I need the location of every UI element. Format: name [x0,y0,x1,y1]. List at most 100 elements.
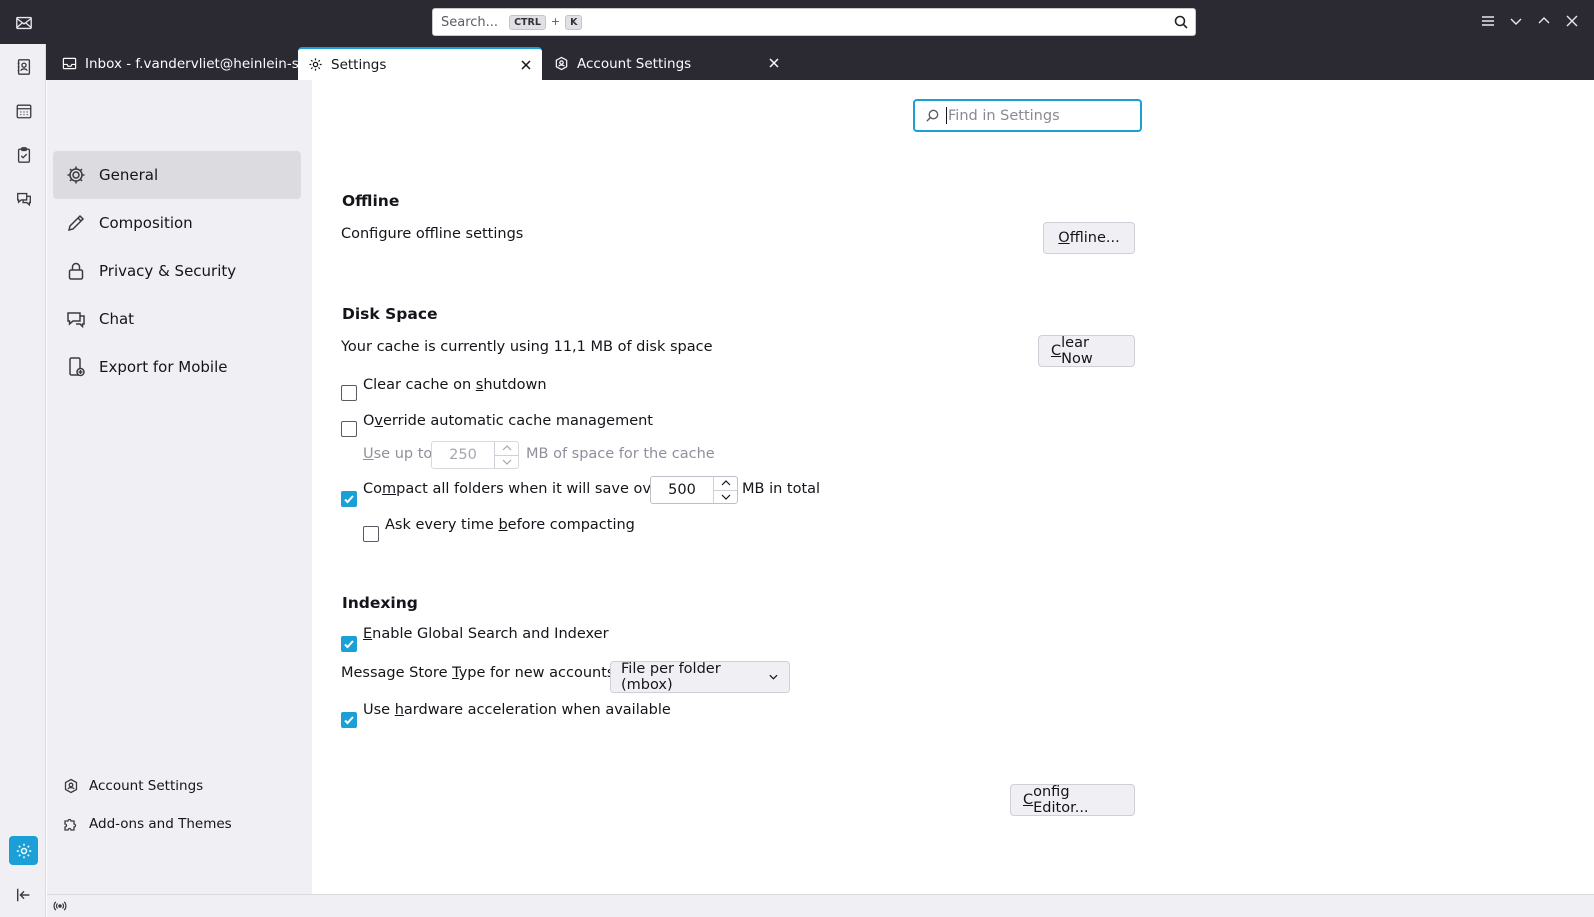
collapse-spaces-icon[interactable] [9,880,38,909]
label-access-key: v [374,413,384,429]
chevron-up-icon[interactable] [1536,11,1552,31]
shortcut-letter-key: K [565,15,583,30]
label-part: ype for new accounts: [458,665,620,681]
nav-item-composition[interactable]: Composition [53,199,301,247]
checkmark-icon [344,640,354,649]
clear-now-access-key: C [1051,343,1062,359]
global-search-label[interactable]: Enable Global Search and Indexer [363,626,609,642]
window-close-icon[interactable] [1564,11,1580,31]
label-access-key: h [394,702,404,718]
hardware-acceleration-label[interactable]: Use hardware acceleration when available [363,702,671,718]
message-store-type-select[interactable]: File per folder (mbox) [610,661,790,693]
use-up-to-label: Use up to [363,446,432,462]
stepper-up-icon[interactable] [495,442,518,455]
label-access-key: m [382,481,397,497]
gear-icon [309,58,322,71]
account-settings-link[interactable]: Account Settings [63,773,203,799]
close-tab-icon[interactable] [518,57,534,73]
settings-category-nav: General Composition Privacy & Security C… [47,80,312,894]
label-access-key: T [452,665,459,681]
account-settings-link-label: Account Settings [89,778,204,794]
hamburger-menu-icon[interactable] [1480,11,1496,31]
mobile-export-icon [69,357,85,377]
settings-gear-icon[interactable] [9,836,38,865]
label-access-key: U [363,446,374,462]
stepper-down-icon[interactable] [714,489,737,504]
nav-item-label: Chat [99,310,135,328]
text-caret [946,107,947,124]
address-book-icon[interactable] [9,52,38,81]
cache-size-stepper[interactable]: 250 [431,441,519,469]
stepper-arrows [713,477,737,503]
label-part: hutdown [483,377,547,393]
shortcut-plus: + [550,15,561,28]
search-icon[interactable] [1173,14,1189,30]
label-part: efore compacting [507,517,635,533]
clear-now-button[interactable]: Clear Now [1038,335,1135,367]
chevron-down-icon [769,674,778,680]
tab-inbox-label: Inbox - f.vandervliet@heinlein-su [85,55,298,72]
chat-space-icon[interactable] [9,184,38,213]
config-editor-label: onfig Editor... [1033,784,1089,816]
label-part: Ask every time [385,517,499,533]
global-search-box[interactable]: Search... CTRL + K [432,8,1196,36]
account-settings-icon [64,778,78,794]
close-tab-icon[interactable] [766,55,782,71]
offline-button-access-key: O [1058,230,1070,246]
label-part: erride automatic cache management [383,413,653,429]
label-access-key: b [498,517,508,533]
compact-folders-label[interactable]: Compact all folders when it will save ov… [363,481,666,497]
spaces-toolbar [0,0,46,917]
config-editor-access-key: C [1023,792,1034,808]
find-placeholder: Find in Settings [948,107,1060,124]
title-bar: Search... CTRL + K [46,0,1594,44]
offline-button[interactable]: Offline... [1043,222,1135,254]
nav-item-general[interactable]: General [53,151,301,199]
config-editor-button[interactable]: Config Editor... [1010,784,1135,816]
override-cache-label[interactable]: Override automatic cache management [363,413,653,429]
compact-threshold-stepper[interactable]: 500 [650,476,738,504]
global-search-checkbox[interactable] [341,636,357,652]
tab-account-settings-label: Account Settings [577,55,692,72]
tab-account-settings[interactable]: Account Settings [544,47,790,80]
ask-before-compacting-label[interactable]: Ask every time before compacting [385,517,635,533]
tasks-icon[interactable] [9,140,38,169]
disk-space-section-title: Disk Space [342,305,438,323]
message-store-selected-value: File per folder (mbox) [621,661,721,693]
compact-folders-checkbox[interactable] [341,491,357,507]
puzzle-icon [64,818,77,831]
tab-inbox[interactable]: Inbox - f.vandervliet@heinlein-su [52,47,298,80]
override-cache-checkbox[interactable] [341,421,357,437]
mail-icon[interactable] [9,8,38,37]
find-in-settings-input[interactable]: Find in Settings [913,99,1142,132]
tab-bar: Inbox - f.vandervliet@heinlein-su Settin… [46,44,1594,80]
chat-icon [67,312,85,329]
tab-settings-label: Settings [331,56,387,73]
addons-themes-link[interactable]: Add-ons and Themes [63,811,232,837]
label-part: Message Store [341,665,453,681]
label-part: O [363,413,375,429]
online-status-icon[interactable] [53,899,67,913]
nav-item-label: Privacy & Security [99,262,237,280]
chevron-down-icon[interactable] [1508,11,1524,31]
label-part: se up to [373,446,433,462]
cache-usage-text: Your cache is currently using 11,1 MB of… [341,339,713,355]
nav-item-export-mobile[interactable]: Export for Mobile [53,343,301,391]
inbox-icon [62,57,77,70]
stepper-up-icon[interactable] [714,477,737,490]
ask-before-compacting-checkbox[interactable] [363,526,379,542]
clear-cache-shutdown-checkbox[interactable] [341,385,357,401]
stepper-down-icon[interactable] [495,454,518,469]
compact-threshold-suffix: MB in total [742,481,821,497]
cache-size-suffix: MB of space for the cache [526,446,715,462]
hardware-acceleration-checkbox[interactable] [341,712,357,728]
clear-now-label: lear Now [1061,335,1093,367]
cache-size-value: 250 [449,447,477,463]
tab-settings[interactable]: Settings [298,47,542,80]
nav-item-chat[interactable]: Chat [53,295,301,343]
calendar-icon[interactable] [9,96,38,125]
checkmark-icon [344,495,354,504]
clear-cache-shutdown-label[interactable]: Clear cache on shutdown [363,377,547,393]
lock-icon [68,262,84,280]
nav-item-privacy-security[interactable]: Privacy & Security [53,247,301,295]
